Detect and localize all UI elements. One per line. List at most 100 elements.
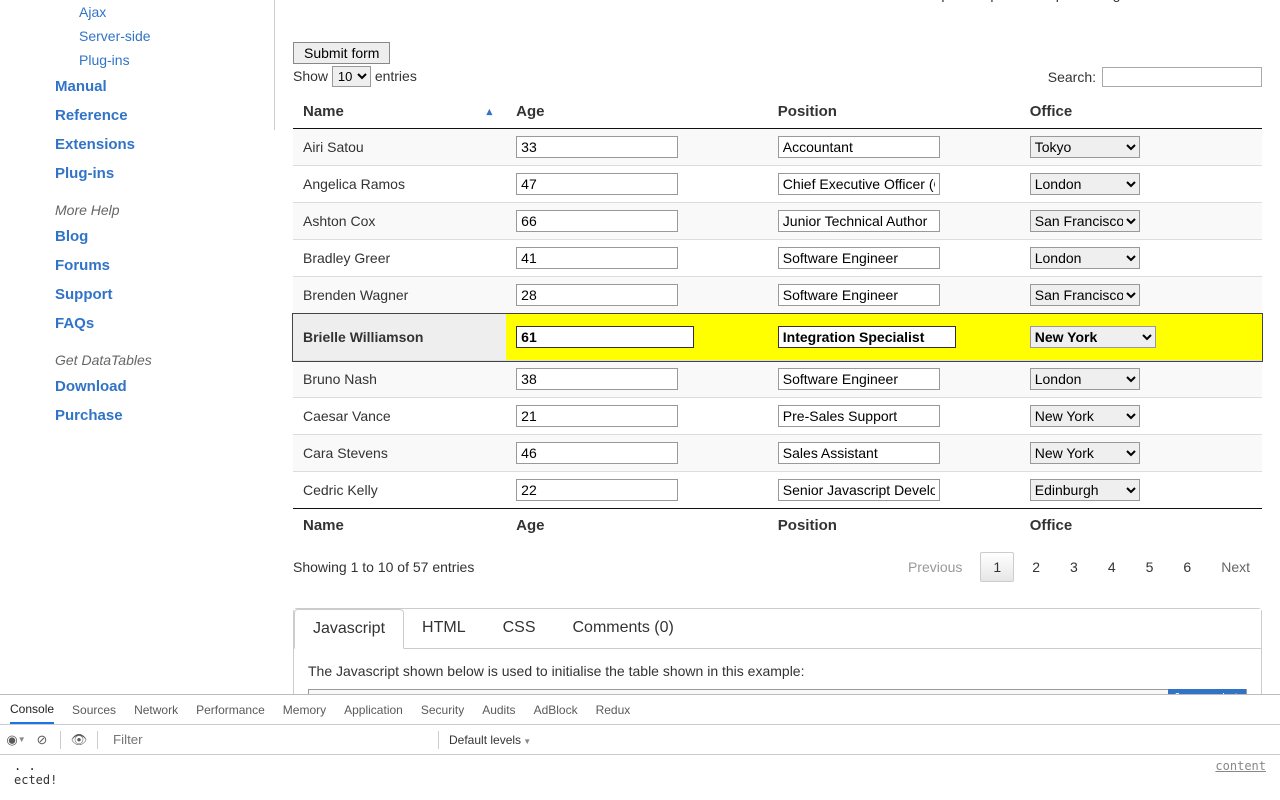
- sidebar-link-support[interactable]: Support: [55, 280, 255, 309]
- devtools-tab-memory[interactable]: Memory: [283, 697, 326, 723]
- position-input[interactable]: [778, 210, 940, 232]
- employee-table: Name▴AgePositionOffice Airi SatouTokyoAn…: [293, 95, 1262, 542]
- office-select[interactable]: San Francisco: [1030, 210, 1140, 232]
- sort-asc-icon: ▴: [487, 105, 493, 118]
- devtools-tab-console[interactable]: Console: [10, 696, 54, 724]
- paginate-page-1[interactable]: 1: [980, 552, 1014, 582]
- devtools-tab-redux[interactable]: Redux: [596, 697, 631, 723]
- main-content: simple setup and complete integration wi…: [275, 0, 1280, 694]
- office-select[interactable]: New York: [1030, 405, 1140, 427]
- sidebar-link-blog[interactable]: Blog: [55, 222, 255, 251]
- age-input[interactable]: [516, 405, 678, 427]
- devtools-tab-sources[interactable]: Sources: [72, 697, 116, 723]
- tab-body-text: The Javascript shown below is used to in…: [308, 663, 1247, 679]
- devtools-tab-performance[interactable]: Performance: [196, 697, 265, 723]
- sidebar-section-help: More Help: [55, 188, 255, 222]
- paginate-previous[interactable]: Previous: [896, 553, 974, 581]
- position-input[interactable]: [778, 442, 940, 464]
- devtools-eye-icon[interactable]: 👁: [71, 732, 87, 748]
- cell-name: Brielle Williamson: [293, 314, 506, 361]
- cell-name: Ashton Cox: [293, 203, 506, 240]
- devtools-tab-network[interactable]: Network: [134, 697, 178, 723]
- paginate-page-5[interactable]: 5: [1134, 553, 1166, 581]
- submit-form-button[interactable]: Submit form: [293, 42, 390, 64]
- office-select[interactable]: Edinburgh: [1030, 479, 1140, 501]
- sidebar-sublink-plug-ins[interactable]: Plug-ins: [55, 48, 255, 72]
- code-badge: Javascript: [1168, 689, 1246, 694]
- search-input[interactable]: [1102, 67, 1262, 87]
- paginate-page-2[interactable]: 2: [1020, 553, 1052, 581]
- position-input[interactable]: [778, 136, 940, 158]
- sidebar-link-reference[interactable]: Reference: [55, 101, 255, 130]
- sidebar-sublink-server-side[interactable]: Server-side: [55, 24, 255, 48]
- paginate-page-3[interactable]: 3: [1058, 553, 1090, 581]
- office-select[interactable]: Tokyo: [1030, 136, 1140, 158]
- tab-css[interactable]: CSS: [485, 609, 555, 648]
- tab-javascript[interactable]: Javascript: [294, 609, 404, 649]
- pagination: Previous123456Next: [896, 552, 1262, 582]
- devtools-filter-input[interactable]: [108, 730, 428, 750]
- paginate-page-6[interactable]: 6: [1171, 553, 1203, 581]
- tab-comments-0-[interactable]: Comments (0): [555, 609, 693, 648]
- devtools-tab-audits[interactable]: Audits: [482, 697, 515, 723]
- paginate-page-4[interactable]: 4: [1096, 553, 1128, 581]
- table-row: Cedric Kelly Edinburgh: [293, 472, 1262, 509]
- sidebar-link-forums[interactable]: Forums: [55, 251, 255, 280]
- length-select[interactable]: 10: [332, 66, 371, 87]
- sidebar-link-plug-ins[interactable]: Plug-ins: [55, 159, 255, 188]
- sidebar-link-purchase[interactable]: Purchase: [55, 401, 255, 430]
- office-select[interactable]: New York: [1030, 326, 1156, 348]
- age-input[interactable]: [516, 210, 678, 232]
- position-input[interactable]: [778, 326, 956, 348]
- column-header-office[interactable]: Office: [1020, 95, 1262, 129]
- office-select[interactable]: London: [1030, 247, 1140, 269]
- age-input[interactable]: [516, 479, 678, 501]
- age-input[interactable]: [516, 136, 678, 158]
- table-row: Cara Stevens New York: [293, 435, 1262, 472]
- console-output-source[interactable]: content: [1215, 759, 1266, 773]
- office-select[interactable]: San Francisco: [1030, 284, 1140, 306]
- office-select[interactable]: London: [1030, 173, 1140, 195]
- age-input[interactable]: [516, 326, 694, 348]
- sidebar-help-links: BlogForumsSupportFAQs: [55, 222, 255, 338]
- sidebar-main-nav: ManualReferenceExtensionsPlug-ins: [55, 72, 255, 188]
- position-input[interactable]: [778, 284, 940, 306]
- cell-name: Cara Stevens: [293, 435, 506, 472]
- code-block: Javascript 1$(document).ready(function()…: [308, 689, 1247, 694]
- position-input[interactable]: [778, 368, 940, 390]
- column-header-name[interactable]: Name▴: [293, 95, 506, 129]
- table-row: Bruno NashLondon: [293, 361, 1262, 398]
- table-row: Brenden Wagner San Francisco: [293, 277, 1262, 314]
- column-header-position[interactable]: Position: [768, 95, 1020, 129]
- devtools-tab-security[interactable]: Security: [421, 697, 464, 723]
- tab-html[interactable]: HTML: [404, 609, 485, 648]
- length-entries-label: entries: [375, 68, 417, 84]
- devtools-tab-application[interactable]: Application: [344, 697, 403, 723]
- table-row: Angelica RamosLondon: [293, 166, 1262, 203]
- cell-name: Cedric Kelly: [293, 472, 506, 509]
- age-input[interactable]: [516, 284, 678, 306]
- sidebar-link-extensions[interactable]: Extensions: [55, 130, 255, 159]
- position-input[interactable]: [778, 247, 940, 269]
- column-header-age: Age: [506, 509, 768, 543]
- devtools-clear-icon[interactable]: ⊘: [34, 732, 50, 748]
- column-header-age[interactable]: Age: [506, 95, 768, 129]
- office-select[interactable]: New York: [1030, 442, 1140, 464]
- devtools-context-dropdown-icon[interactable]: ◉: [8, 732, 24, 748]
- position-input[interactable]: [778, 405, 940, 427]
- cell-name: Brenden Wagner: [293, 277, 506, 314]
- office-select[interactable]: London: [1030, 368, 1140, 390]
- devtools-tab-adblock[interactable]: AdBlock: [534, 697, 578, 723]
- devtools-levels-dropdown[interactable]: Default levels: [449, 733, 531, 747]
- position-input[interactable]: [778, 173, 940, 195]
- paginate-next[interactable]: Next: [1209, 553, 1262, 581]
- sidebar-link-manual[interactable]: Manual: [55, 72, 255, 101]
- position-input[interactable]: [778, 479, 940, 501]
- sidebar-link-download[interactable]: Download: [55, 372, 255, 401]
- age-input[interactable]: [516, 247, 678, 269]
- age-input[interactable]: [516, 173, 678, 195]
- age-input[interactable]: [516, 368, 678, 390]
- age-input[interactable]: [516, 442, 678, 464]
- sidebar-sublink-ajax[interactable]: Ajax: [55, 0, 255, 24]
- sidebar-link-faqs[interactable]: FAQs: [55, 309, 255, 338]
